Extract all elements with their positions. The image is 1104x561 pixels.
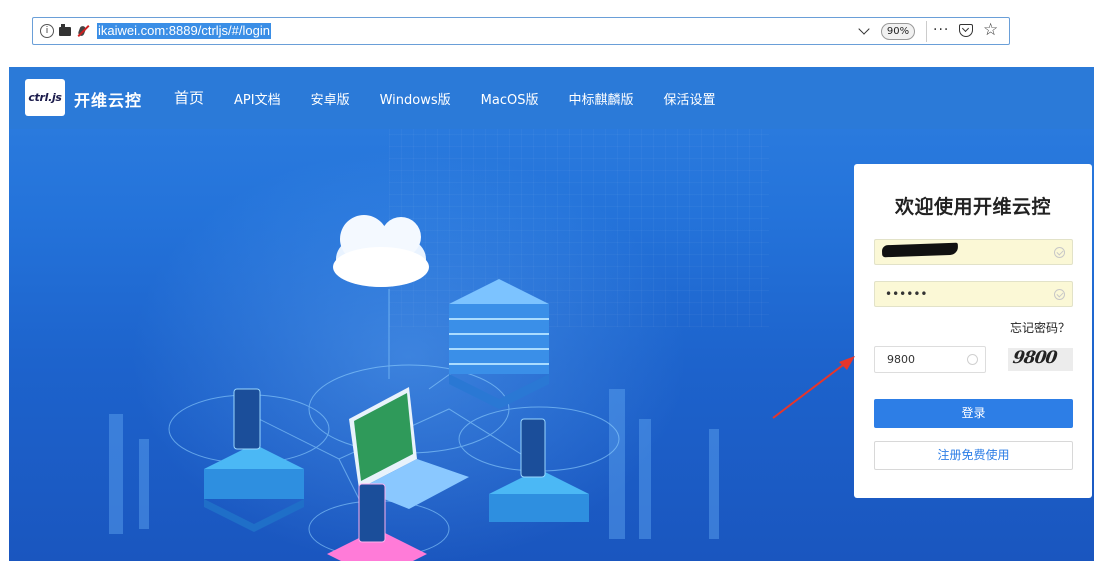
- nav-item-keepalive-settings[interactable]: 保活设置: [663, 89, 715, 108]
- pocket-icon[interactable]: [959, 24, 973, 37]
- captcha-input-value: 9800: [887, 353, 915, 366]
- captcha-image-text: 9800: [1011, 348, 1058, 368]
- login-title: 欢迎使用开维云控: [894, 196, 1051, 218]
- annotation-arrow: [772, 356, 855, 419]
- address-bar[interactable]: i ikaiwei.com:8889/ctrljs/#/login 90% ··…: [32, 17, 1010, 45]
- login-button[interactable]: 登录: [874, 399, 1073, 428]
- right-phone-stack: [489, 418, 589, 522]
- page-content: ctrl.js 开维云控 首页 API文档 安卓版 Windows版 MacOS…: [9, 67, 1094, 561]
- nav-item-windows[interactable]: Windows版: [380, 89, 451, 108]
- zoom-level-badge[interactable]: 90%: [881, 23, 915, 40]
- nav-item-neokylin[interactable]: 中标麒麟版: [568, 89, 633, 108]
- bookmark-star-icon[interactable]: ☆: [983, 20, 998, 40]
- cloud-shape: [333, 215, 429, 287]
- register-button[interactable]: 注册免费使用: [874, 441, 1073, 470]
- toolbar-divider: [926, 21, 927, 42]
- redacted-username: [881, 242, 959, 258]
- chevron-down-icon[interactable]: [859, 25, 869, 35]
- cloud-devices-illustration: [109, 215, 719, 561]
- nav-item-api-docs[interactable]: API文档: [234, 89, 281, 108]
- captcha-image[interactable]: 9800: [1008, 348, 1073, 371]
- username-field[interactable]: [874, 239, 1073, 265]
- site-header: ctrl.js 开维云控 首页 API文档 安卓版 Windows版 MacOS…: [9, 67, 1094, 129]
- password-field[interactable]: ••••••: [874, 281, 1073, 307]
- check-circle-icon: [1054, 289, 1065, 300]
- check-circle-icon: [967, 354, 978, 365]
- forgot-password-link[interactable]: 忘记密码？: [1010, 319, 1070, 336]
- nav-item-macos[interactable]: MacOS版: [481, 89, 539, 108]
- login-card: 欢迎使用开维云控 •••••• 忘记密码？ 9800 9800 登录 注册免费使…: [854, 164, 1092, 498]
- url-text[interactable]: ikaiwei.com:8889/ctrljs/#/login: [97, 23, 271, 39]
- logo[interactable]: ctrl.js: [25, 79, 65, 116]
- camera-icon[interactable]: [59, 24, 71, 36]
- microphone-muted-icon[interactable]: [76, 24, 90, 38]
- more-actions-icon[interactable]: ···: [933, 22, 949, 38]
- nav-item-home[interactable]: 首页: [174, 87, 204, 108]
- captcha-input[interactable]: 9800: [874, 346, 986, 373]
- check-circle-icon: [1054, 247, 1065, 258]
- brand-name[interactable]: 开维云控: [74, 87, 142, 111]
- nav-item-android[interactable]: 安卓版: [311, 89, 350, 108]
- main-nav: 首页 API文档 安卓版 Windows版 MacOS版 中标麒麟版 保活设置: [174, 89, 746, 108]
- password-mask: ••••••: [885, 287, 928, 301]
- info-icon[interactable]: i: [40, 24, 54, 38]
